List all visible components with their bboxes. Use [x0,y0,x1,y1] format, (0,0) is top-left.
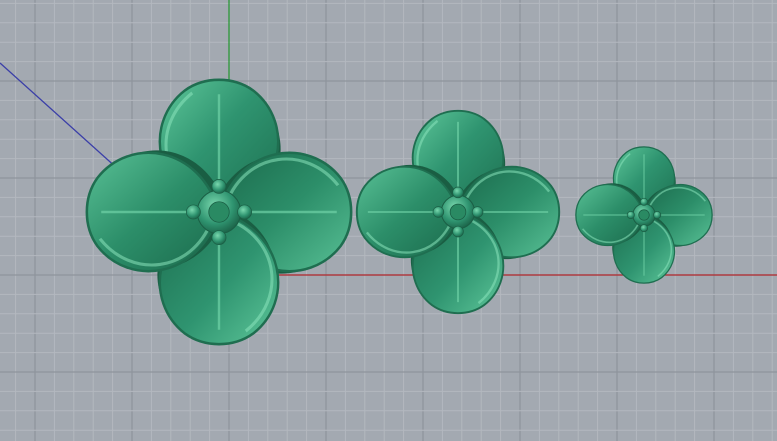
flower-medium[interactable] [355,109,561,315]
viewport-canvas[interactable] [0,0,777,441]
z-axis [0,62,129,179]
flower-small[interactable] [575,146,713,284]
perspective-viewport[interactable] [0,0,777,441]
